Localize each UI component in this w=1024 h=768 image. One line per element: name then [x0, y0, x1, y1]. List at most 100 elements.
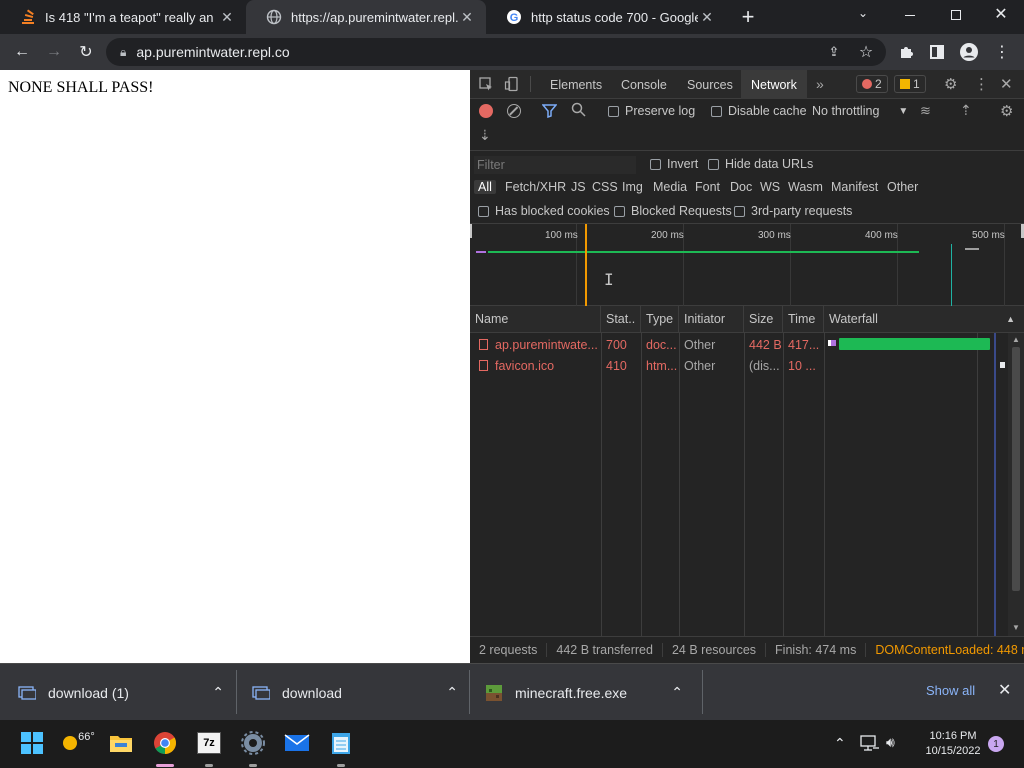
chevron-up-icon[interactable]: ⌃	[671, 684, 683, 701]
error-counter[interactable]: 2	[856, 75, 888, 93]
tab-google[interactable]: G http status code 700 - Google Se ✕	[486, 0, 726, 34]
scrollbar-thumb[interactable]	[1012, 347, 1020, 591]
type-filter-img[interactable]: Img	[622, 180, 643, 194]
column-divider	[977, 333, 978, 636]
search-icon[interactable]	[571, 102, 586, 120]
filter-icon[interactable]	[541, 103, 558, 121]
tab-close-icon[interactable]: ✕	[458, 9, 476, 26]
tab-repl[interactable]: https://ap.puremintwater.repl.co ✕	[246, 0, 486, 34]
export-har-icon[interactable]: ⇣	[479, 127, 491, 144]
type-filter-js[interactable]: JS	[571, 180, 586, 194]
windows-start-icon[interactable]	[17, 728, 47, 758]
bookmark-star-icon[interactable]: ☆	[852, 34, 880, 70]
col-type[interactable]: Type	[641, 306, 679, 333]
extensions-icon[interactable]	[892, 34, 920, 70]
clock[interactable]: 10:16 PM 10/15/2022	[918, 729, 988, 759]
tab-close-icon[interactable]: ✕	[218, 9, 236, 26]
address-bar[interactable]: 🔒︎ ap.puremintwater.repl.co	[106, 38, 886, 66]
scroll-down-icon[interactable]: ▼	[1012, 623, 1020, 632]
type-filter-doc[interactable]: Doc	[730, 180, 752, 194]
col-name[interactable]: Name	[470, 306, 601, 333]
col-initiator[interactable]: Initiator	[679, 306, 744, 333]
tab-elements[interactable]: Elements	[540, 70, 612, 99]
volume-icon[interactable]: 🔊︎	[886, 734, 895, 751]
blocked-requests-checkbox[interactable]: Blocked Requests	[614, 204, 732, 218]
third-party-checkbox[interactable]: 3rd-party requests	[734, 204, 852, 218]
disable-cache-checkbox[interactable]: Disable cache	[711, 104, 807, 118]
tab-search-icon[interactable]: ⌄	[850, 6, 876, 26]
type-filter-ws[interactable]: WS	[760, 180, 780, 194]
profile-avatar-icon[interactable]	[955, 34, 983, 70]
row-time: 417...	[788, 337, 820, 352]
blocked-cookies-checkbox[interactable]: Has blocked cookies	[478, 204, 610, 218]
settings-gear-icon[interactable]	[238, 728, 268, 758]
download-item-1[interactable]: download (1) ⌃	[18, 664, 228, 721]
devtools-close-icon[interactable]: ✕	[1000, 75, 1013, 93]
col-waterfall[interactable]: Waterfall ▲	[824, 306, 1024, 333]
type-filter-css[interactable]: CSS	[592, 180, 618, 194]
type-filter-all[interactable]: All	[474, 180, 496, 194]
notification-badge[interactable]: 1	[988, 736, 1004, 752]
col-status[interactable]: Stat..	[601, 306, 641, 333]
tab-network[interactable]: Network	[741, 70, 807, 99]
type-filter-manifest[interactable]: Manifest	[831, 180, 878, 194]
clear-icon[interactable]	[507, 104, 521, 118]
file-explorer-icon[interactable]	[106, 728, 136, 758]
devtools-menu-icon[interactable]: ⋮	[974, 75, 989, 93]
type-filter-wasm[interactable]: Wasm	[788, 180, 823, 194]
record-icon[interactable]	[479, 104, 493, 118]
network-icon[interactable]	[860, 734, 880, 752]
throttling-select[interactable]: No throttling ▼	[812, 104, 908, 118]
chrome-icon[interactable]	[150, 728, 180, 758]
minimize-icon[interactable]	[898, 8, 922, 26]
table-row[interactable]: ap.puremintwate... 700 doc... Other 442 …	[470, 334, 1008, 355]
overview-handle-left[interactable]	[470, 224, 472, 238]
weather-widget[interactable]: 66°	[62, 728, 96, 758]
type-filter-font[interactable]: Font	[695, 180, 720, 194]
devtools-settings-icon[interactable]: ⚙	[944, 75, 957, 93]
col-size[interactable]: Size	[744, 306, 783, 333]
tab-console[interactable]: Console	[611, 70, 677, 99]
back-icon[interactable]: ←	[8, 34, 36, 70]
more-tabs-icon[interactable]: »	[816, 76, 824, 92]
table-row[interactable]: favicon.ico 410 htm... Other (dis... 10 …	[470, 355, 1008, 376]
warning-counter[interactable]: 1	[894, 75, 926, 93]
download-item-2[interactable]: download ⌃	[252, 664, 462, 721]
side-panel-icon[interactable]	[923, 34, 951, 70]
tab-close-icon[interactable]: ✕	[698, 9, 716, 26]
download-item-3[interactable]: minecraft.free.exe ⌃	[485, 664, 695, 721]
download-bar-close-icon[interactable]: ✕	[998, 680, 1011, 700]
hide-data-urls-checkbox[interactable]: Hide data URLs	[708, 157, 813, 171]
tray-overflow-icon[interactable]: ⌃	[834, 735, 846, 752]
mail-icon[interactable]	[282, 728, 312, 758]
chevron-up-icon[interactable]: ⌃	[212, 684, 224, 701]
menu-kebab-icon[interactable]: ⋮	[988, 34, 1016, 70]
notepad-icon[interactable]	[326, 728, 356, 758]
invert-checkbox[interactable]: Invert	[650, 157, 698, 171]
type-filter-other[interactable]: Other	[887, 180, 918, 194]
type-filter-fetch[interactable]: Fetch/XHR	[505, 180, 566, 194]
network-settings-icon[interactable]: ⚙	[1000, 102, 1013, 120]
7zip-icon[interactable]: 7z	[194, 728, 224, 758]
tab-sources[interactable]: Sources	[677, 70, 743, 99]
reload-icon[interactable]: ↻	[72, 34, 100, 70]
forward-icon[interactable]: →	[40, 34, 68, 70]
import-har-icon[interactable]: ⇡	[960, 102, 972, 119]
chevron-up-icon[interactable]: ⌃	[446, 684, 458, 701]
inspect-element-icon[interactable]	[478, 76, 494, 92]
share-icon[interactable]: ⇪	[820, 34, 848, 70]
window-close-icon[interactable]: ✕	[988, 4, 1014, 26]
restore-icon[interactable]	[944, 8, 968, 26]
new-tab-icon[interactable]: +	[734, 4, 762, 30]
scroll-up-icon[interactable]: ▲	[1012, 335, 1020, 344]
table-scrollbar[interactable]: ▲ ▼	[1008, 333, 1024, 636]
col-time[interactable]: Time	[783, 306, 824, 333]
preserve-log-checkbox[interactable]: Preserve log	[608, 104, 695, 118]
type-filter-media[interactable]: Media	[653, 180, 687, 194]
network-conditions-icon[interactable]: ≋	[920, 103, 931, 119]
show-all-button[interactable]: Show all	[926, 683, 975, 698]
device-toolbar-icon[interactable]	[504, 76, 520, 92]
tab-stackoverflow[interactable]: Is 418 "I'm a teapot" really an HT ✕	[0, 0, 246, 34]
network-overview[interactable]: 100 ms 200 ms 300 ms 400 ms 500 ms I	[470, 224, 1024, 306]
filter-input[interactable]: Filter	[474, 156, 636, 174]
